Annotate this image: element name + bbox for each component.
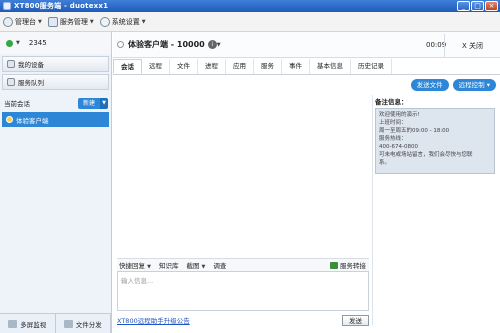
- notice-box: 欢迎使用的演示! 上班时间： 周一至周五的09:00 - 18:00 服务热线：…: [375, 108, 495, 174]
- new-session-button[interactable]: 新建 ▼: [77, 97, 108, 109]
- tab-bar: 会话 远程 文件 进程 应用 服务 事件 基本信息 历史记录: [113, 59, 500, 75]
- notice-title: 备注信息：: [375, 98, 408, 106]
- remote-control-button[interactable]: 远程控制 ▾: [452, 79, 496, 91]
- client-icon: [6, 116, 13, 123]
- chevron-down-icon[interactable]: ▼: [100, 97, 108, 109]
- current-sessions-header: 当前会话 新建 ▼: [0, 96, 111, 110]
- window-controls: _ □ ×: [457, 1, 498, 11]
- message-input[interactable]: 输入信息...: [117, 271, 369, 311]
- notice-line: 400-674-0800: [379, 144, 418, 150]
- close-icon[interactable]: ×: [485, 1, 498, 11]
- status-row[interactable]: ▼ 2345: [0, 32, 111, 54]
- quick-reply-label: 快捷回复: [119, 262, 145, 270]
- menu-settings-label: 系统设置: [111, 17, 140, 26]
- action-buttons: 发送文件 远程控制 ▾: [410, 79, 496, 91]
- notice-line: 周一至周五的09:00 - 18:00: [379, 128, 450, 134]
- service-transfer-label: 服务转接: [340, 262, 366, 270]
- maximize-icon[interactable]: □: [471, 1, 484, 11]
- main-panel: 体验客户端 - 10000 i ▼ 00:09 X 关闭 会话 远程 文件 进程…: [113, 32, 500, 333]
- close-session-button[interactable]: X 关闭: [444, 34, 500, 58]
- chevron-down-icon: ▼: [201, 264, 206, 270]
- user-number: 2345: [28, 39, 47, 47]
- online-status-icon: [6, 39, 13, 47]
- menu-console-label: 管理台: [15, 17, 36, 26]
- my-devices-button[interactable]: 我的设备: [2, 56, 109, 72]
- chevron-down-icon: ▼: [141, 18, 146, 25]
- chevron-down-icon[interactable]: ▼: [217, 42, 221, 48]
- service-transfer-button[interactable]: 服务转接: [330, 260, 369, 270]
- quick-reply-button[interactable]: 快捷回复 ▼: [119, 260, 151, 270]
- tab-basic-info[interactable]: 基本信息: [310, 59, 351, 74]
- remote-control-label: 远程控制: [458, 81, 485, 89]
- file-distribute-label: 文件分发: [75, 320, 102, 329]
- tab-apps[interactable]: 应用: [226, 59, 254, 74]
- upgrade-notice-link[interactable]: XT800远程助手升级公告: [117, 315, 190, 325]
- chevron-down-icon: ▼: [147, 264, 151, 270]
- menu-settings[interactable]: 系统设置 ▼: [99, 16, 146, 27]
- menu-bar: 管理台 ▼ 服务管理 ▼ 系统设置 ▼: [0, 12, 500, 32]
- device-icon: [7, 60, 15, 68]
- queue-icon: [7, 78, 15, 86]
- tab-history[interactable]: 历史记录: [351, 59, 392, 74]
- left-bottom-bar: 多屏监视 文件分发: [0, 313, 111, 333]
- multi-screen-label: 多屏监视: [20, 320, 47, 329]
- current-sessions-label: 当前会话: [4, 100, 30, 108]
- my-devices-label: 我的设备: [18, 61, 44, 69]
- chevron-down-icon: ▼: [38, 18, 42, 25]
- settings-icon: [99, 16, 110, 27]
- screenshot-label: 截图: [186, 262, 200, 270]
- menu-service[interactable]: 服务管理 ▼: [47, 16, 94, 27]
- client-status-icon: [117, 41, 124, 48]
- app-icon: [3, 2, 11, 10]
- tab-events[interactable]: 事件: [282, 59, 310, 74]
- session-item[interactable]: 体验客户端: [2, 112, 109, 127]
- tab-services[interactable]: 服务: [254, 59, 282, 74]
- multi-screen-button[interactable]: 多屏监视: [0, 314, 56, 333]
- tab-file[interactable]: 文件: [170, 59, 198, 74]
- session-item-label: 体验客户端: [16, 116, 49, 125]
- monitor-icon: [8, 319, 18, 328]
- divider: [372, 95, 373, 325]
- title-bar: XT800服务端 - duotexx1 _ □ ×: [0, 0, 500, 12]
- new-button-label: 新建: [77, 97, 100, 109]
- send-file-button[interactable]: 发送文件: [410, 79, 449, 91]
- notice-panel: 备注信息： 欢迎使用的演示! 上班时间： 周一至周五的09:00 - 18:00…: [375, 96, 497, 174]
- conversation-title: 体验客户端 - 10000: [128, 40, 205, 49]
- send-button[interactable]: 发送: [342, 314, 369, 326]
- chat-toolbar: 快捷回复 ▼ 知识库 截图 ▼ 调查 服务转接: [117, 258, 369, 271]
- service-queue-label: 服务队列: [18, 79, 44, 87]
- menu-console[interactable]: 管理台 ▼: [3, 16, 42, 27]
- tab-remote[interactable]: 远程: [142, 59, 170, 74]
- service-queue-button[interactable]: 服务队列: [2, 74, 109, 90]
- left-panel: ▼ 2345 我的设备 服务队列 当前会话 新建 ▼ 体验客户端 多屏监视 文件…: [0, 32, 112, 333]
- transfer-icon: [330, 261, 338, 269]
- chevron-down-icon: ▼: [89, 18, 94, 25]
- notice-line: 上班时间：: [379, 120, 407, 126]
- info-icon[interactable]: i: [207, 40, 217, 49]
- service-icon: [47, 16, 58, 27]
- chat-history[interactable]: [117, 95, 370, 260]
- conversation-header: 体验客户端 - 10000 i ▼ 00:09 X 关闭: [113, 32, 500, 58]
- file-icon: [63, 319, 73, 328]
- survey-button[interactable]: 调查: [213, 260, 226, 270]
- knowledge-base-button[interactable]: 知识库: [159, 260, 179, 270]
- notice-line: 服务热线：: [379, 136, 407, 142]
- console-icon: [3, 16, 13, 27]
- bottom-row: XT800远程助手升级公告 发送: [117, 314, 369, 326]
- minimize-icon[interactable]: _: [457, 1, 470, 11]
- tab-chat[interactable]: 会话: [113, 59, 142, 74]
- screenshot-button[interactable]: 截图 ▼: [186, 260, 205, 270]
- tab-process[interactable]: 进程: [198, 59, 226, 74]
- notice-line: 欢迎使用的演示!: [379, 112, 420, 118]
- window-title: XT800服务端 - duotexx1: [14, 2, 109, 10]
- notice-line: 可未电或场站留言，我们会尽快与您联: [379, 152, 473, 158]
- notice-line: 系。: [379, 160, 391, 166]
- file-distribute-button[interactable]: 文件分发: [56, 314, 111, 333]
- chevron-down-icon: ▼: [16, 40, 20, 46]
- menu-service-label: 服务管理: [59, 17, 88, 26]
